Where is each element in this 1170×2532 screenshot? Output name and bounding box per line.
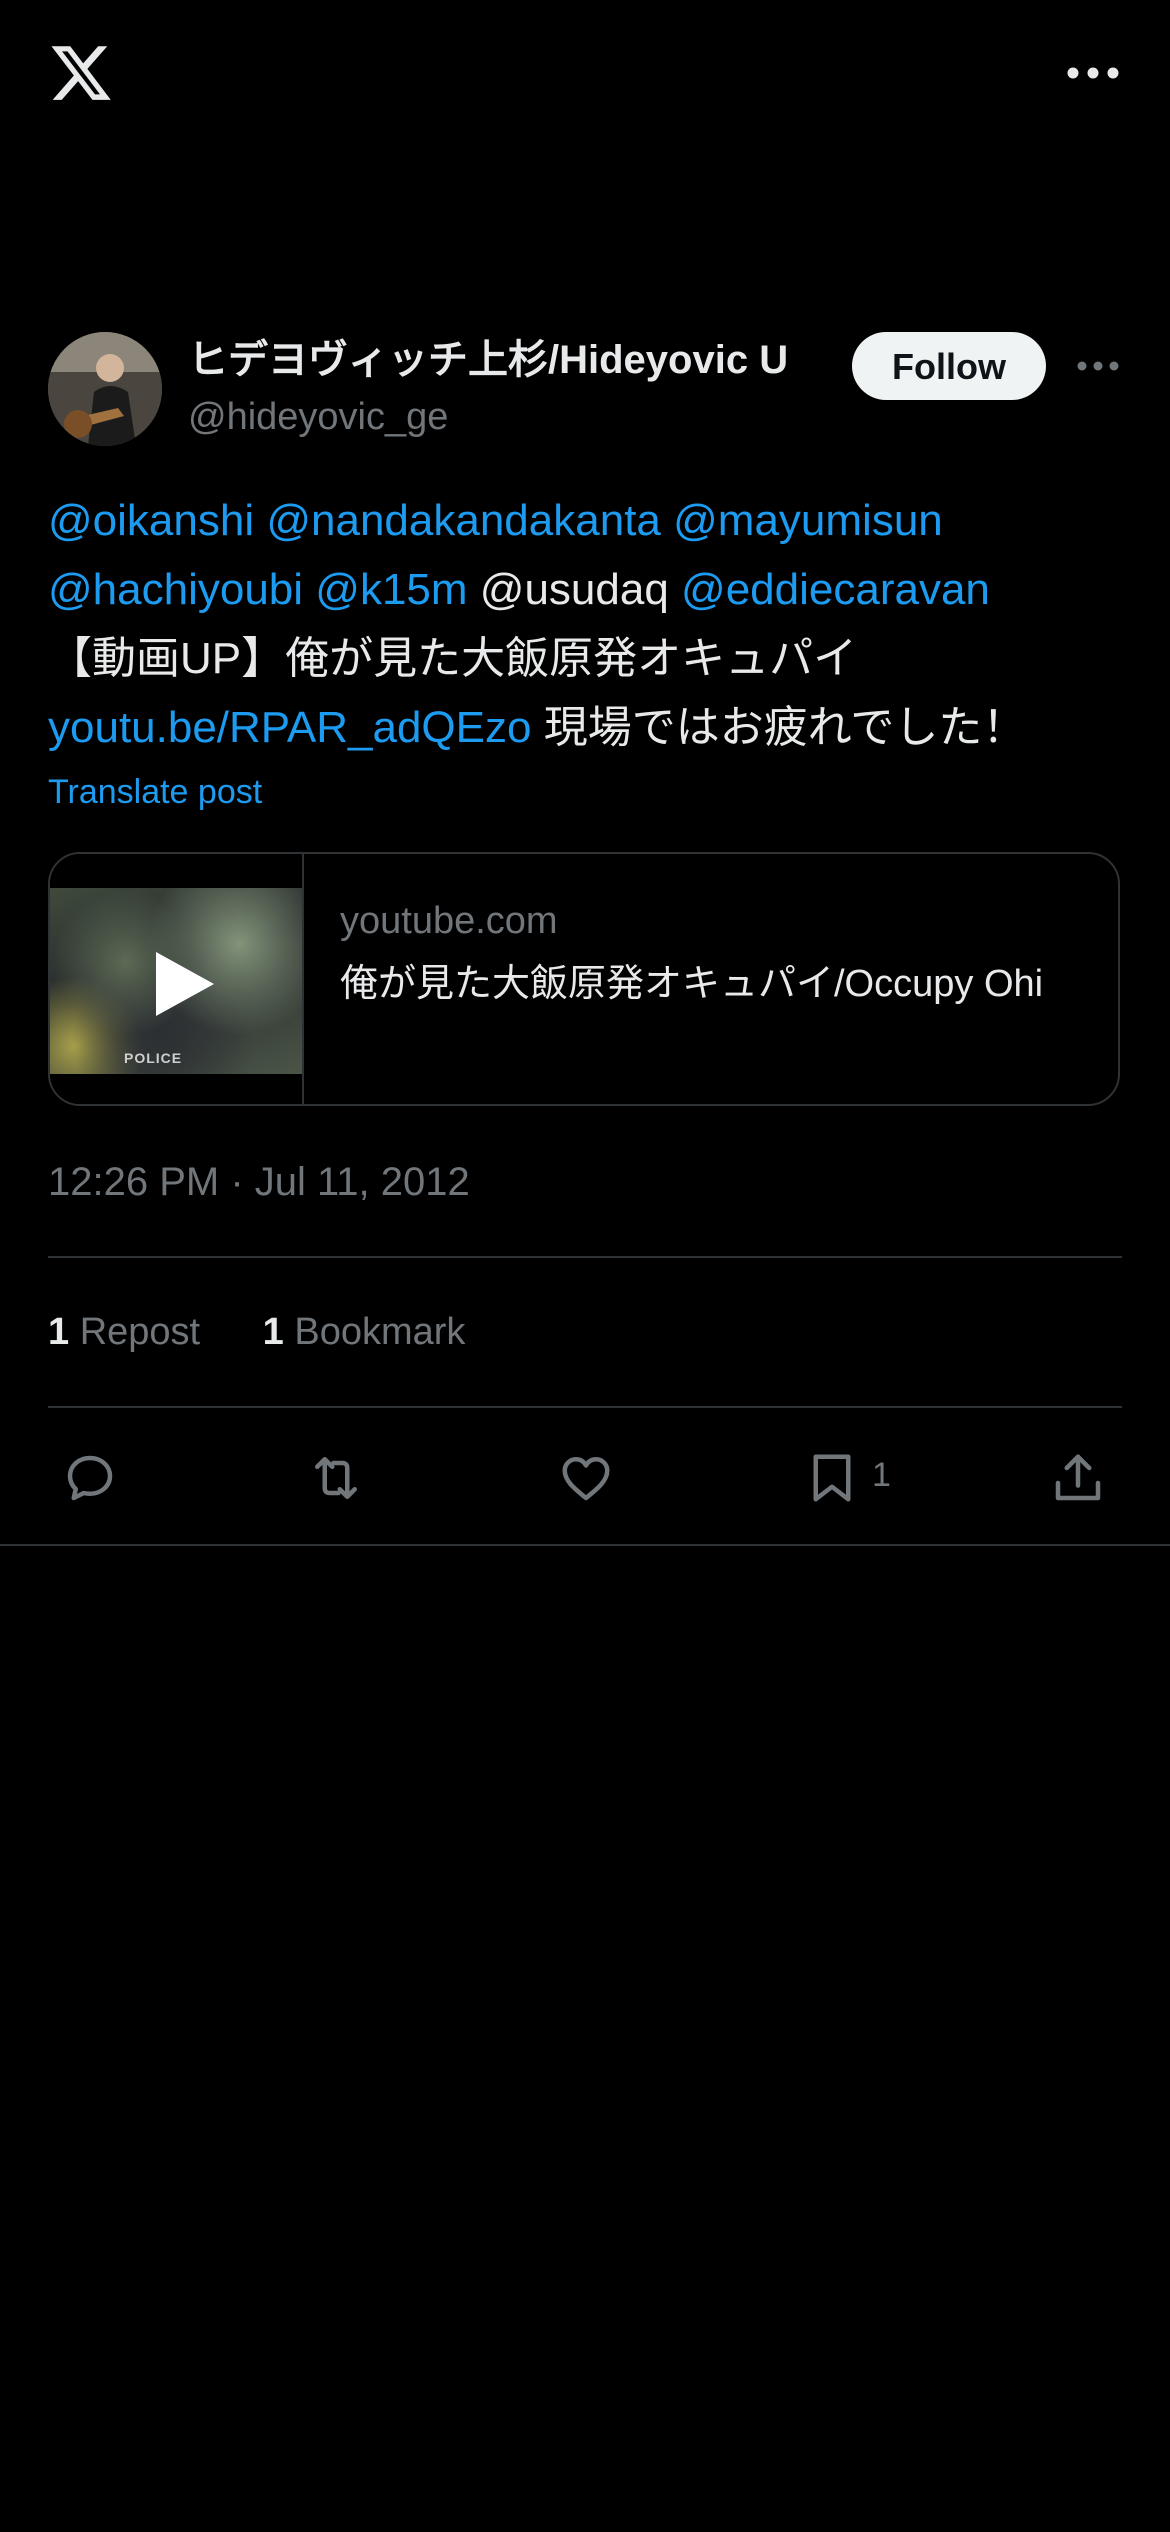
- more-horizontal-icon[interactable]: [1060, 56, 1126, 90]
- more-horizontal-icon[interactable]: [1074, 352, 1122, 380]
- author-handle[interactable]: @hideyovic_ge: [188, 392, 448, 442]
- divider: [0, 1544, 1170, 1546]
- bookmark-count: 1: [872, 1456, 891, 1494]
- tweet-text: @oikanshi @nandakandakanta @mayumisun @h…: [48, 486, 1128, 762]
- bookmark-icon: [813, 1454, 851, 1502]
- share-button[interactable]: [1048, 1448, 1108, 1508]
- mention-link[interactable]: @k15m: [315, 565, 467, 614]
- mention-link[interactable]: @nandakandakanta: [266, 496, 661, 545]
- card-domain: youtube.com: [340, 900, 558, 942]
- tweet-body-text: 現場ではお疲れでした！: [531, 703, 1027, 752]
- repost-stat[interactable]: 1 Repost: [48, 1306, 200, 1358]
- mention-link[interactable]: @mayumisun: [673, 496, 943, 545]
- card-thumbnail: POLICE: [50, 854, 304, 1104]
- bookmark-button[interactable]: 1: [802, 1448, 891, 1508]
- thumbnail-text: POLICE: [124, 1050, 183, 1066]
- tweet-stats: 1 Repost 1 Bookmark: [48, 1306, 517, 1358]
- bookmark-stat[interactable]: 1 Bookmark: [263, 1306, 466, 1358]
- link-card[interactable]: POLICE youtube.com 俺が見た大飯原発オキュパイ/Occupy …: [48, 852, 1120, 1106]
- tweet-timestamp[interactable]: 12:26 PM · Jul 11, 2012: [48, 1154, 470, 1210]
- translate-post-link[interactable]: Translate post: [48, 768, 262, 816]
- top-bar: [0, 0, 1170, 150]
- like-button[interactable]: [556, 1448, 616, 1508]
- card-title: 俺が見た大飯原発オキュパイ/Occupy Ohi: [340, 963, 1044, 1005]
- mention-link[interactable]: @hachiyoubi: [48, 565, 303, 614]
- mention-link[interactable]: @eddiecaravan: [681, 565, 990, 614]
- reply-button[interactable]: [60, 1448, 120, 1508]
- play-icon: [156, 952, 214, 1016]
- follow-button[interactable]: Follow: [852, 332, 1046, 400]
- avatar[interactable]: [48, 332, 162, 446]
- mention-link[interactable]: @oikanshi: [48, 496, 254, 545]
- tweet-author: ヒデヨヴィッチ上杉/Hideyovic U @hideyovic_ge Foll…: [48, 332, 1122, 450]
- x-logo-icon[interactable]: [48, 40, 114, 106]
- repost-button[interactable]: [306, 1448, 366, 1508]
- author-name[interactable]: ヒデヨヴィッチ上杉/Hideyovic U: [188, 334, 878, 386]
- reply-icon: [67, 1455, 113, 1501]
- url-link[interactable]: youtu.be/RPAR_adQEzo: [48, 703, 531, 752]
- divider: [48, 1406, 1122, 1408]
- divider: [48, 1256, 1122, 1258]
- heart-icon: [562, 1457, 610, 1501]
- mention-text: @usudaq: [479, 565, 669, 614]
- action-bar: 1: [0, 1438, 1170, 1518]
- repost-icon: [315, 1457, 357, 1499]
- share-icon: [1055, 1454, 1101, 1501]
- tweet-body-text: 【動画UP】俺が見た大飯原発オキュパイ: [48, 634, 858, 683]
